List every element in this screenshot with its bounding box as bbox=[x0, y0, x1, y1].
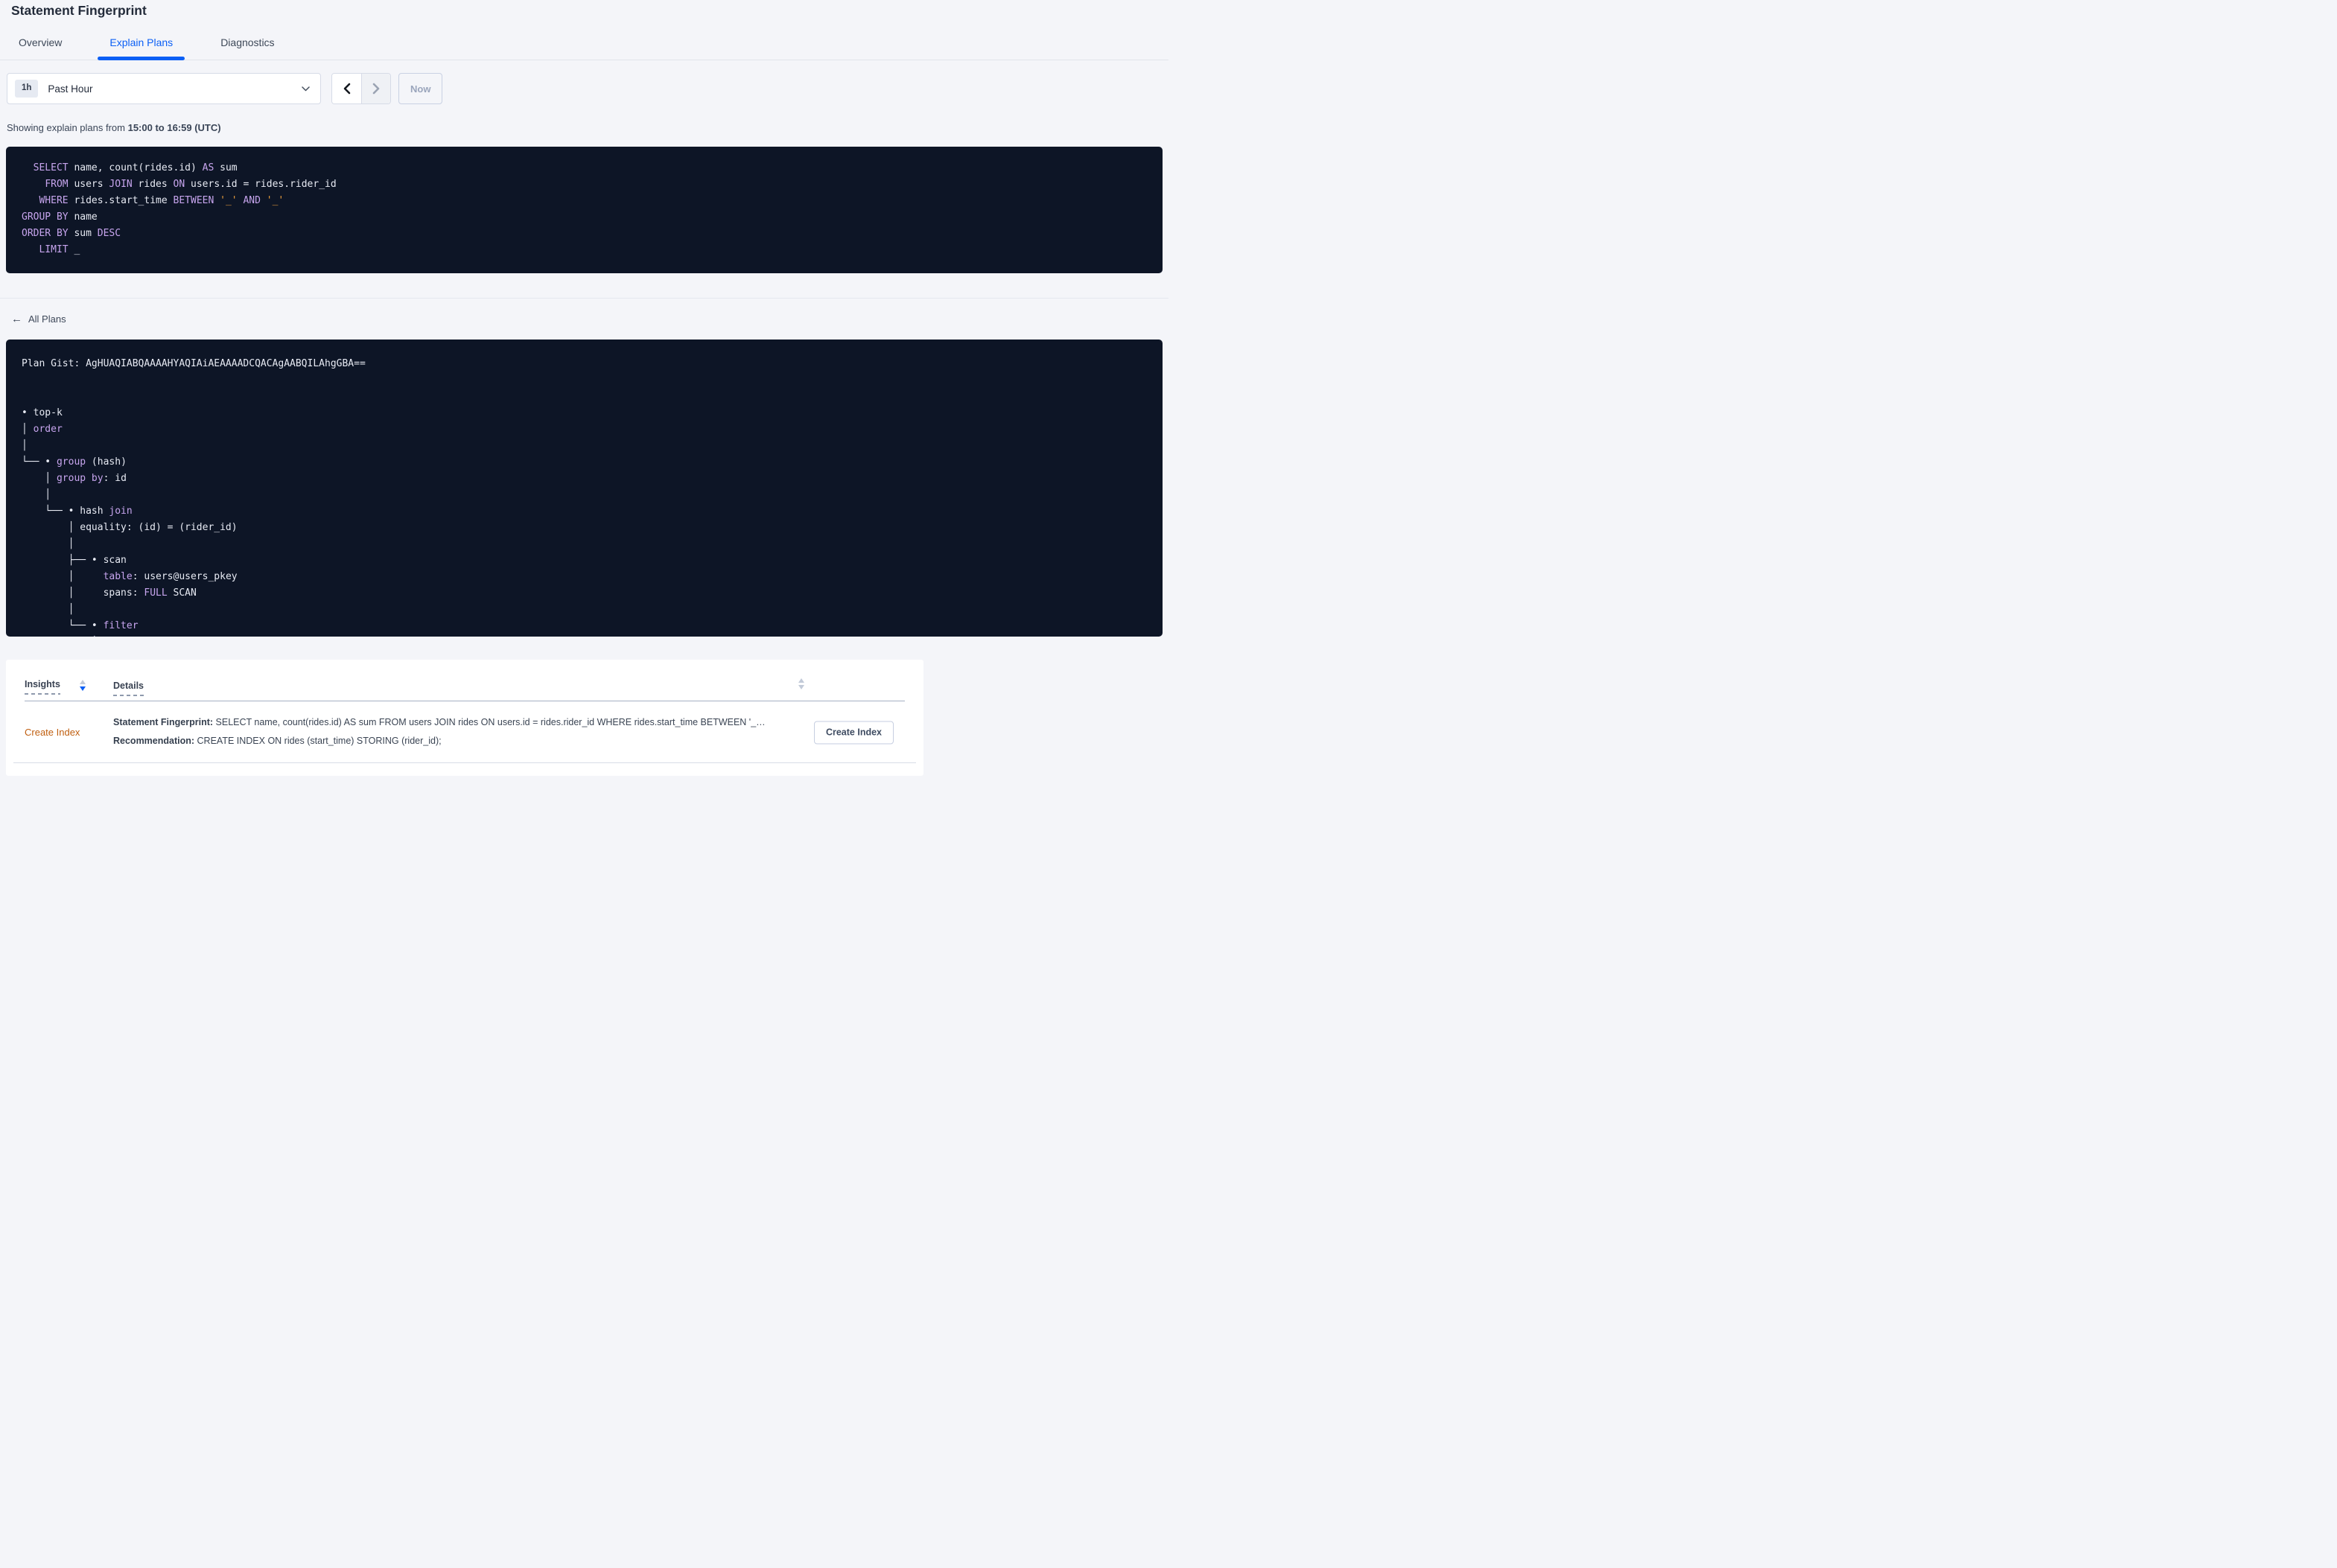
sort-asc-icon bbox=[79, 680, 86, 684]
sort-desc-icon bbox=[79, 686, 86, 691]
sort-insights-icon[interactable] bbox=[79, 680, 86, 691]
now-button[interactable]: Now bbox=[398, 73, 443, 104]
sort-desc-icon bbox=[798, 685, 804, 689]
insights-table-header: Insights Details bbox=[6, 660, 923, 701]
sort-asc-icon bbox=[798, 678, 804, 683]
showing-range-text: Showing explain plans from 15:00 to 16:5… bbox=[7, 122, 221, 133]
tab-diagnostics[interactable]: Diagnostics bbox=[209, 29, 286, 60]
previous-time-button[interactable] bbox=[332, 74, 361, 103]
time-range-select[interactable]: 1h Past Hour bbox=[7, 73, 321, 104]
showing-range-value: 15:00 to 16:59 (UTC) bbox=[127, 122, 221, 133]
tab-explain-plans[interactable]: Explain Plans bbox=[98, 29, 185, 60]
plan-gist-block: Plan Gist: AgHUAQIABQAAAAHYAQIAiAEAAAADC… bbox=[6, 340, 1163, 637]
details-cell: Statement Fingerprint: SELECT name, coun… bbox=[113, 713, 810, 750]
card-footer bbox=[6, 763, 923, 777]
time-controls: 1h Past Hour Now bbox=[7, 73, 1168, 104]
column-header-details[interactable]: Details bbox=[113, 681, 144, 696]
sort-details-icon[interactable] bbox=[798, 678, 804, 689]
insight-type-link[interactable]: Create Index bbox=[25, 727, 80, 738]
time-range-badge: 1h bbox=[15, 80, 39, 98]
create-index-button[interactable]: Create Index bbox=[813, 721, 894, 744]
tab-bar: Overview Explain Plans Diagnostics bbox=[0, 29, 1168, 60]
arrow-left-icon: ← bbox=[11, 313, 22, 325]
page-title: Statement Fingerprint bbox=[11, 3, 147, 18]
chevron-right-icon bbox=[372, 83, 381, 95]
details-statement-line: Statement Fingerprint: SELECT name, coun… bbox=[113, 717, 766, 727]
column-header-insights[interactable]: Insights bbox=[25, 679, 60, 695]
tab-overview[interactable]: Overview bbox=[7, 29, 74, 60]
all-plans-link[interactable]: ← All Plans bbox=[11, 313, 66, 325]
section-divider bbox=[0, 298, 1168, 299]
chevron-left-icon bbox=[343, 83, 352, 95]
plan-code: Plan Gist: AgHUAQIABQAAAAHYAQIAiAEAAAADC… bbox=[22, 358, 366, 631]
sql-code: SELECT name, count(rides.id) AS sum FROM… bbox=[22, 162, 337, 255]
table-row: Create Index Statement Fingerprint: SELE… bbox=[6, 701, 923, 763]
details-recommendation-line: Recommendation: CREATE INDEX ON rides (s… bbox=[113, 736, 442, 746]
insights-card: Insights Details Create Index Statement … bbox=[6, 660, 923, 776]
chevron-down-icon bbox=[302, 86, 310, 92]
time-nav-group bbox=[331, 73, 391, 104]
sql-statement-block: SELECT name, count(rides.id) AS sum FROM… bbox=[6, 147, 1163, 273]
next-time-button[interactable] bbox=[361, 74, 390, 103]
all-plans-label: All Plans bbox=[28, 313, 66, 325]
time-range-label: Past Hour bbox=[48, 83, 93, 95]
